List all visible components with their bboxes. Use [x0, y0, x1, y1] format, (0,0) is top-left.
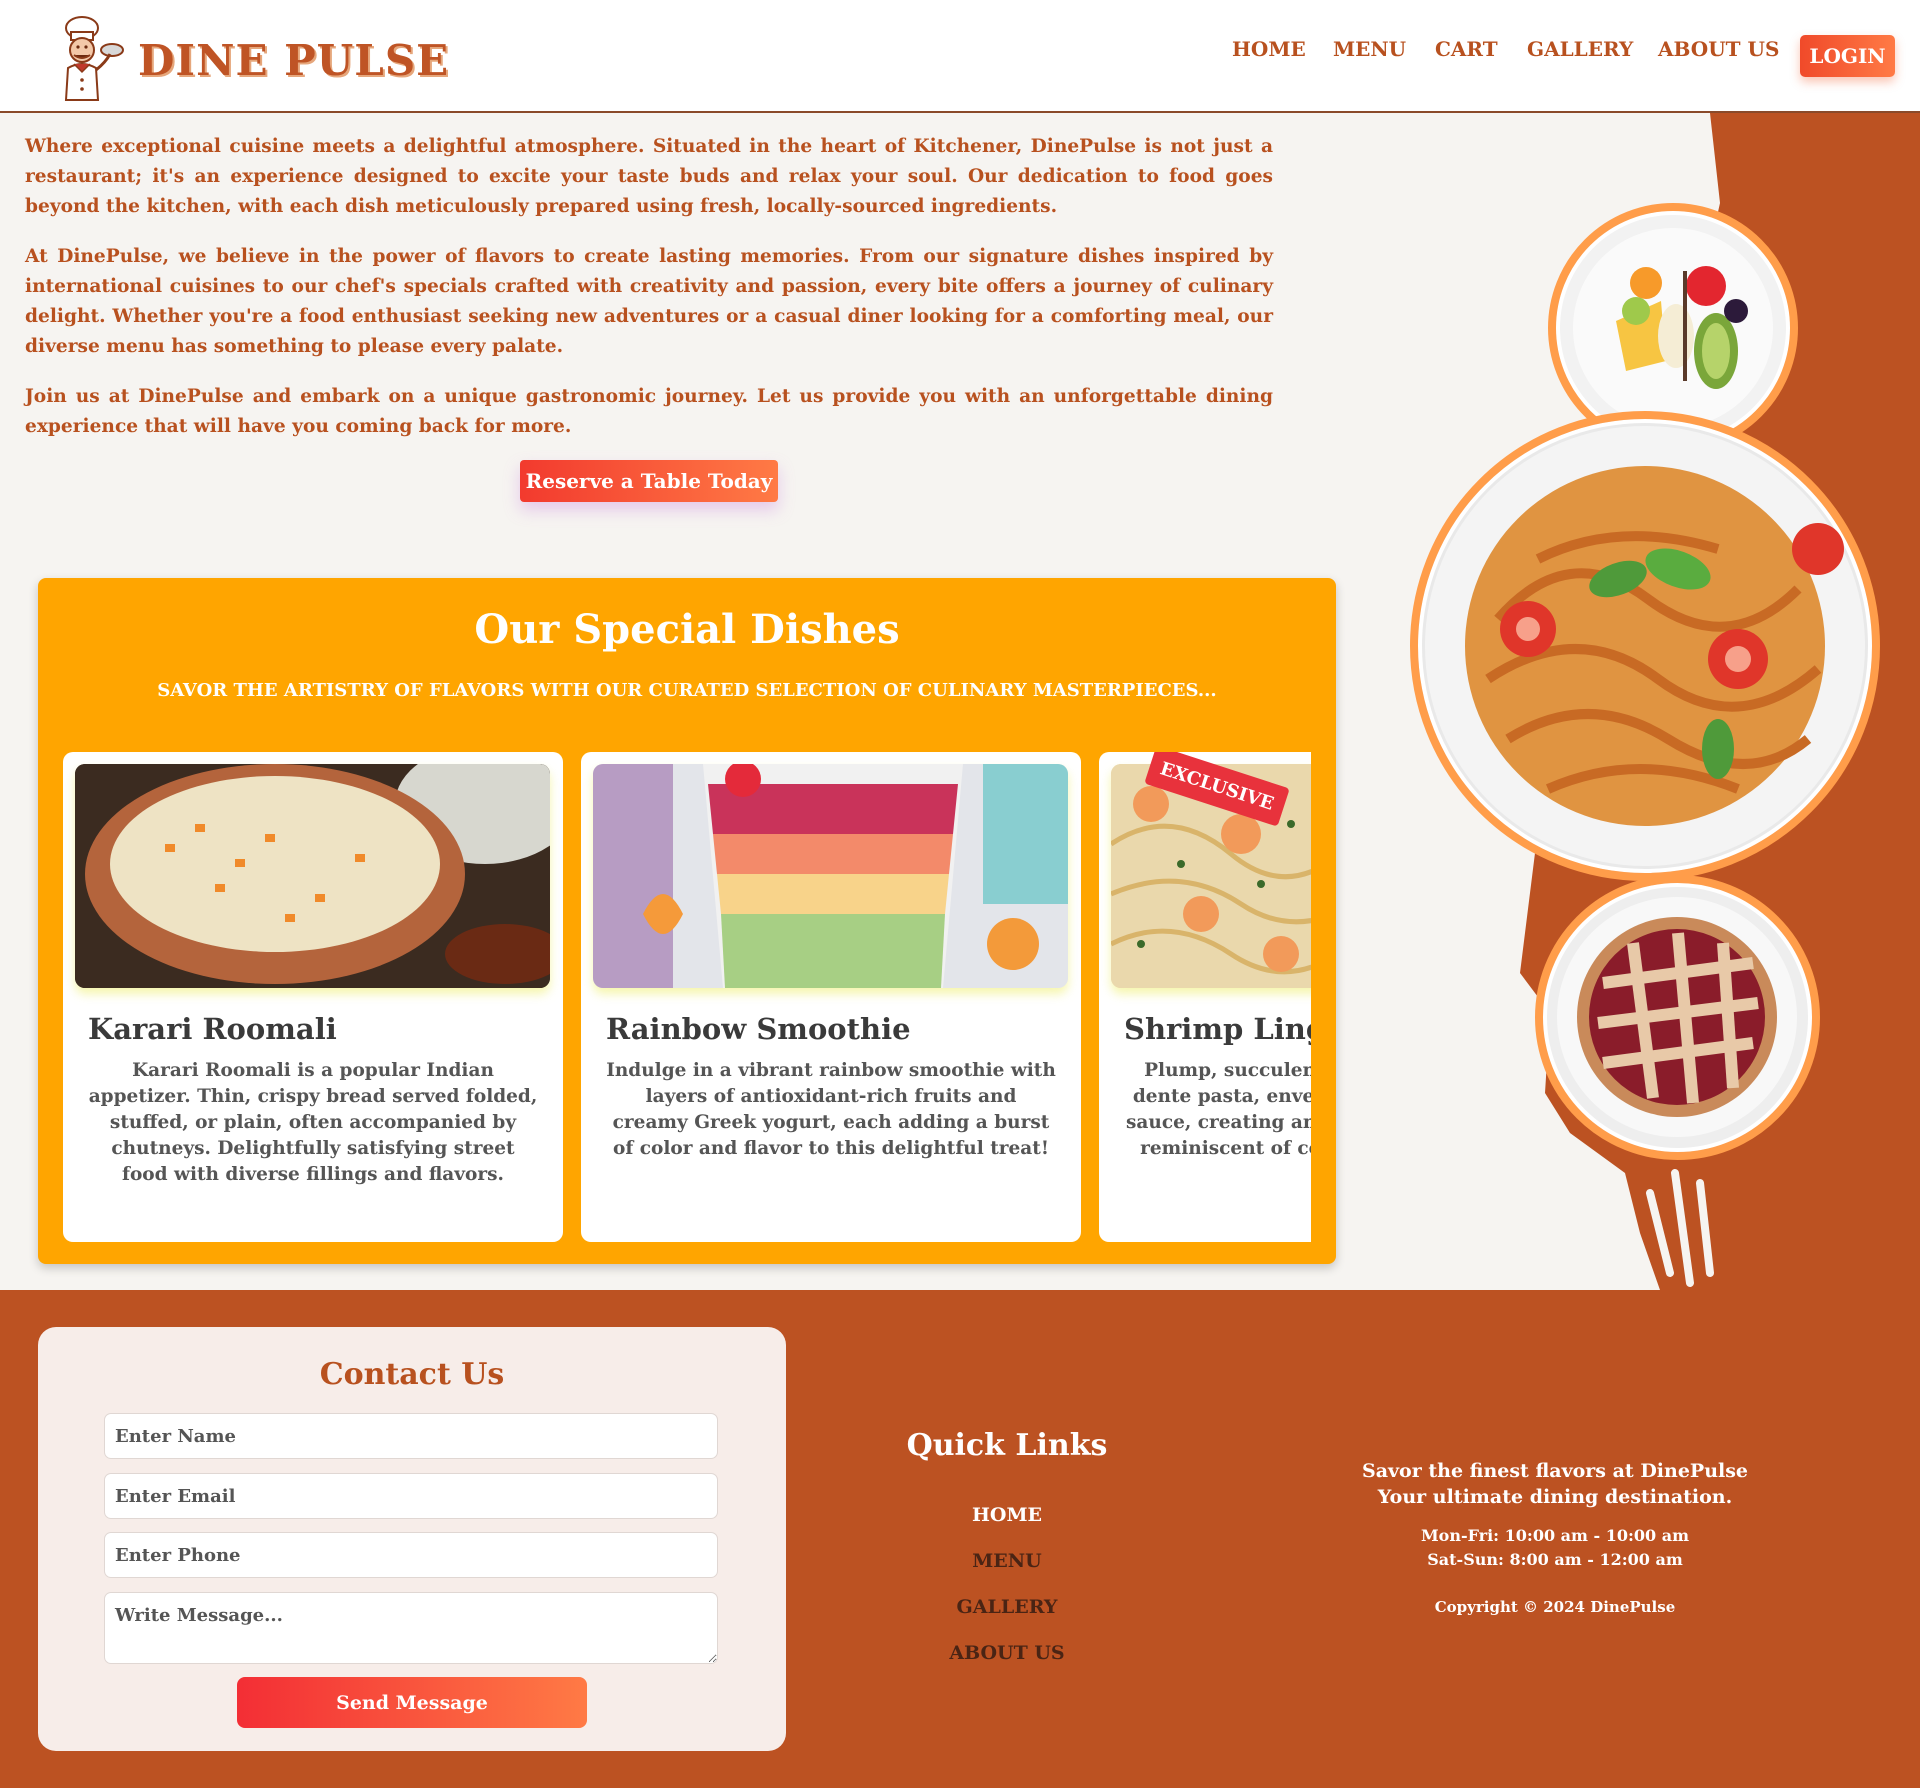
email-field[interactable]	[104, 1473, 718, 1519]
hours-weekend: Sat-Sun: 8:00 am - 12:00 am	[1427, 1550, 1683, 1569]
name-field[interactable]	[104, 1413, 718, 1459]
nav-cart[interactable]: CART	[1435, 37, 1498, 61]
dish-description: Plump, succulent shrimp tossed with al d…	[1125, 1060, 1311, 1159]
quick-link-gallery[interactable]: GALLERY	[880, 1596, 1134, 1618]
send-message-button[interactable]: Send Message	[237, 1677, 587, 1728]
nav-gallery[interactable]: GALLERY	[1527, 37, 1633, 61]
section-title: Our Special Dishes	[474, 606, 900, 653]
intro-paragraph: Join us at DinePulse and embark on a uni…	[25, 386, 1273, 437]
dish-description: Indulge in a vibrant rainbow smoothie wi…	[606, 1060, 1056, 1159]
section-subtitle: SAVOR THE ARTISTRY OF FLAVORS WITH OUR C…	[157, 680, 1217, 701]
main-nav: HOME MENU CART GALLERY ABOUT US LOGIN	[0, 0, 1920, 113]
site-header: DINE PULSE HOME MENU CART GALLERY ABOUT …	[0, 0, 1920, 113]
message-field[interactable]	[104, 1592, 718, 1664]
rice-dish-image	[75, 764, 550, 988]
dish-card[interactable]: Rainbow Smoothie Indulge in a vibrant ra…	[581, 752, 1081, 1242]
intro-paragraph: At DinePulse, we believe in the power of…	[25, 246, 1273, 357]
dish-card[interactable]: Karari Roomali Karari Roomali is a popul…	[63, 752, 563, 1242]
quick-links-title: Quick Links	[906, 1428, 1108, 1463]
dish-description: Karari Roomali is a popular Indian appet…	[88, 1060, 538, 1185]
special-dishes-section: Our Special Dishes SAVOR THE ARTISTRY OF…	[38, 578, 1336, 1264]
pasta-plate-image	[1410, 411, 1880, 881]
intro-section: Where exceptional cuisine meets a deligh…	[25, 132, 1273, 462]
quick-link-home[interactable]: HOME	[880, 1504, 1134, 1526]
contact-form: Contact Us Send Message	[38, 1327, 786, 1751]
dish-card[interactable]: EXCLUSIVE Shrimp Linguine Plump, succule…	[1099, 752, 1311, 1242]
contact-title: Contact Us	[319, 1357, 505, 1392]
hours-weekday: Mon-Fri: 10:00 am - 10:00 am	[1420, 1526, 1690, 1545]
intro-paragraph: Where exceptional cuisine meets a deligh…	[25, 136, 1273, 217]
site-footer: Contact Us Send Message Quick Links HOME…	[0, 1290, 1920, 1788]
hero-food-artwork	[1400, 113, 1920, 1290]
tagline-line-1: Savor the finest flavors at DinePulse	[1361, 1460, 1749, 1482]
dish-carousel[interactable]: Karari Roomali Karari Roomali is a popul…	[63, 752, 1311, 1242]
nav-about-us[interactable]: ABOUT US	[1658, 37, 1779, 61]
berry-pie-image	[1535, 875, 1820, 1160]
tagline-line-2: Your ultimate dining destination.	[1377, 1486, 1733, 1508]
reserve-table-button[interactable]: Reserve a Table Today	[520, 460, 778, 502]
quick-link-about-us[interactable]: ABOUT US	[880, 1642, 1134, 1664]
nav-home[interactable]: HOME	[1232, 37, 1306, 61]
dish-title: Karari Roomali	[88, 1012, 337, 1046]
nav-menu[interactable]: MENU	[1333, 37, 1406, 61]
quick-link-menu[interactable]: MENU	[880, 1550, 1134, 1572]
smoothie-image	[593, 764, 1068, 988]
dish-title: Shrimp Linguine	[1124, 1012, 1311, 1046]
login-button[interactable]: LOGIN	[1800, 35, 1895, 77]
copyright: Copyright © 2024 DinePulse	[1434, 1598, 1676, 1616]
phone-field[interactable]	[104, 1532, 718, 1578]
dish-title: Rainbow Smoothie	[606, 1012, 911, 1046]
